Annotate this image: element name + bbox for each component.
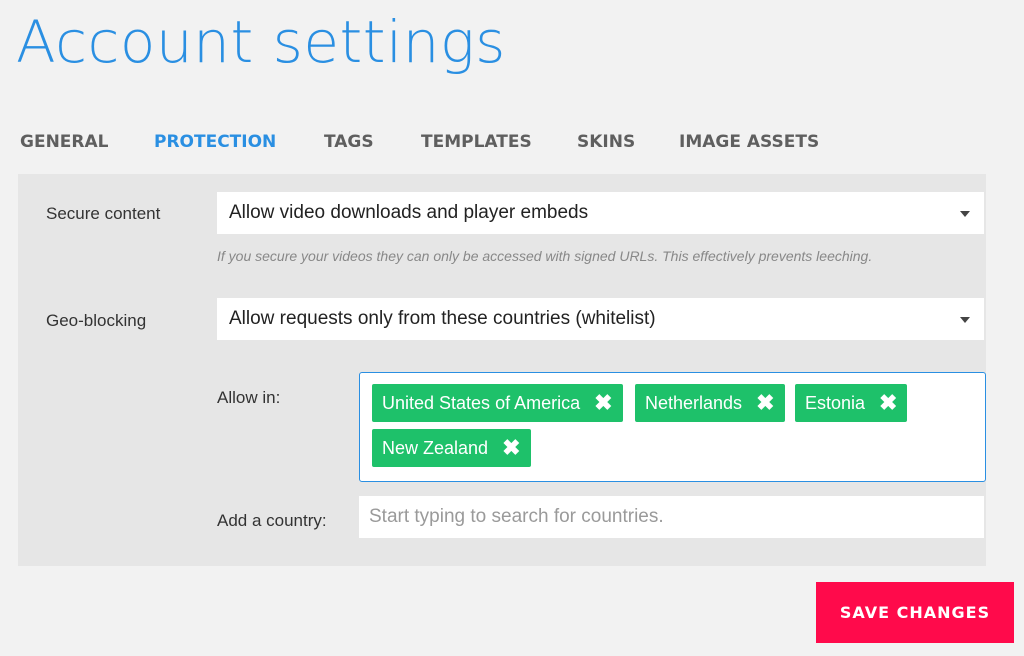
add-country-input[interactable] <box>359 496 984 538</box>
geo-blocking-value: Allow requests only from these countries… <box>229 308 656 329</box>
tab-templates[interactable]: TEMPLATES <box>421 128 532 156</box>
country-tag-label: New Zealand <box>382 438 489 458</box>
tab-image-assets[interactable]: IMAGE ASSETS <box>679 128 819 156</box>
close-icon[interactable]: ✖ <box>594 384 612 422</box>
secure-content-select[interactable]: Allow video downloads and player embeds <box>217 192 984 234</box>
save-changes-button[interactable]: SAVE CHANGES <box>816 582 1014 643</box>
allow-in-label: Allow in: <box>217 388 281 407</box>
secure-content-label: Secure content <box>46 204 161 223</box>
close-icon[interactable]: ✖ <box>879 384 897 422</box>
secure-content-value: Allow video downloads and player embeds <box>229 202 589 223</box>
geo-blocking-label: Geo-blocking <box>46 311 147 330</box>
country-tag-label: Netherlands <box>645 393 743 413</box>
add-country-label: Add a country: <box>217 511 327 530</box>
tab-tags[interactable]: TAGS <box>324 128 374 156</box>
allowed-countries-box[interactable]: United States of America ✖ Netherlands ✖ E… <box>359 372 986 482</box>
country-tag-label: Estonia <box>805 393 866 413</box>
tab-skins[interactable]: SKINS <box>577 128 635 156</box>
close-icon[interactable]: ✖ <box>502 429 520 467</box>
country-tag-label: United States of America <box>382 393 581 413</box>
country-tag: Estonia ✖ <box>795 384 908 422</box>
close-icon[interactable]: ✖ <box>756 384 774 422</box>
geo-blocking-select[interactable]: Allow requests only from these countries… <box>217 298 984 340</box>
protection-panel: Secure content Allow video downloads and… <box>18 174 986 566</box>
secure-content-help: If you secure your videos they can only … <box>217 248 873 264</box>
country-tag: New Zealand ✖ <box>372 429 531 467</box>
tab-protection[interactable]: PROTECTION <box>154 128 276 156</box>
tab-general[interactable]: GENERAL <box>20 128 109 156</box>
chevron-down-icon <box>960 317 970 323</box>
country-tag: United States of America ✖ <box>372 384 623 422</box>
page-title: Account settings <box>16 8 506 76</box>
country-tag: Netherlands ✖ <box>635 384 785 422</box>
chevron-down-icon <box>960 211 970 217</box>
